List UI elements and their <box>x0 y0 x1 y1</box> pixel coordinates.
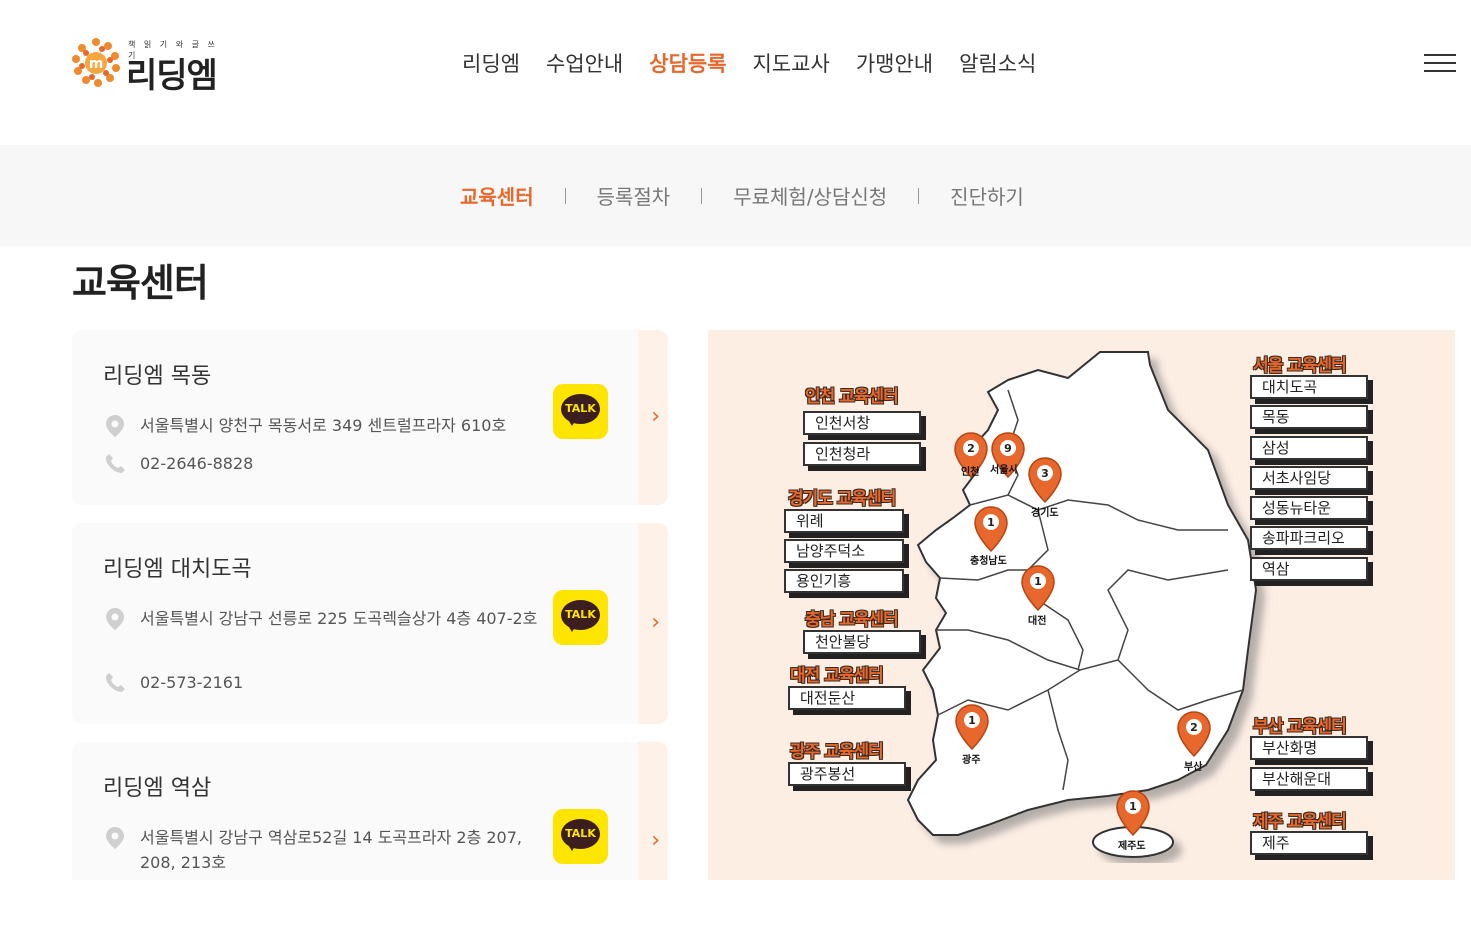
center-name: 리딩엠 목동 <box>103 364 212 389</box>
pin-label: 경기도 <box>1031 508 1059 519</box>
svg-text:9: 9 <box>1004 442 1012 455</box>
korea-mainland-shape <box>906 351 1258 836</box>
tab-free-trial[interactable]: 무료체험/상담신청 <box>733 181 887 210</box>
center-address: 서울특별시 양천구 목동서로 349 센트럴프라자 610호 <box>140 416 507 435</box>
nav-item-class-info[interactable]: 수업안내 <box>546 48 623 78</box>
location-pin-icon <box>106 608 124 630</box>
region-title-busan: 부산 교육센터 <box>1253 717 1347 737</box>
pin-label: 부산 <box>1184 762 1203 773</box>
tab-registration-process[interactable]: 등록절차 <box>597 181 671 210</box>
chevron-right-icon[interactable]: › <box>651 828 660 853</box>
center-link[interactable]: 삼성 <box>1250 436 1368 460</box>
pin-label: 인천 <box>961 467 980 478</box>
tab-education-center[interactable]: 교육센터 <box>460 181 534 210</box>
card-arrow-area <box>638 742 668 880</box>
center-link[interactable]: 송파파크리오 <box>1250 526 1368 550</box>
kakao-talk-label: TALK <box>565 402 596 415</box>
region-title-gwangju: 광주 교육센터 <box>790 742 884 762</box>
center-map: 2 9 3 1 1 1 2 1 인천 서울시 경기도 충청남도 대전 광주 부산… <box>708 330 1455 880</box>
nav-item-consult-register[interactable]: 상담등록 <box>649 48 726 78</box>
site-header: m 책 읽 기 와 글 쓰 기 리딩엠 리딩엠 수업안내 상담등록 지도교사 가… <box>0 0 1471 145</box>
svg-text:1: 1 <box>1034 575 1042 588</box>
kakao-bubble-tail <box>567 624 577 632</box>
center-name: 리딩엠 대치도곡 <box>103 557 252 582</box>
chevron-right-icon[interactable]: › <box>651 404 660 429</box>
center-list: › 리딩엠 목동 서울특별시 양천구 목동서로 349 센트럴프라자 610호 … <box>72 330 668 880</box>
subnav-divider <box>701 187 703 204</box>
phone-icon <box>105 454 125 473</box>
subnav-divider <box>918 187 920 204</box>
center-link[interactable]: 성동뉴타운 <box>1250 496 1368 520</box>
kakao-talk-button[interactable]: TALK <box>553 384 608 439</box>
center-link[interactable]: 역삼 <box>1250 557 1368 581</box>
center-link[interactable]: 광주봉선 <box>788 762 906 786</box>
center-link[interactable]: 대치도곡 <box>1250 375 1368 399</box>
sun-logo-icon: m <box>72 38 120 87</box>
chevron-right-icon[interactable]: › <box>651 610 660 635</box>
center-link[interactable]: 대전둔산 <box>788 686 906 710</box>
nav-item-news[interactable]: 알림소식 <box>959 48 1036 78</box>
hamburger-line <box>1424 62 1456 64</box>
center-link[interactable]: 위례 <box>784 509 904 533</box>
kakao-talk-label: TALK <box>565 608 596 621</box>
location-pin-icon <box>106 827 124 849</box>
nav-item-franchise[interactable]: 가맹안내 <box>856 48 933 78</box>
center-card[interactable]: › 리딩엠 대치도곡 서울특별시 강남구 선릉로 225 도곡렉슬상가 4층 4… <box>72 523 668 724</box>
center-link[interactable]: 부산화명 <box>1250 736 1368 760</box>
brand-logo[interactable]: m 책 읽 기 와 글 쓰 기 리딩엠 <box>70 36 230 96</box>
brand-name: 리딩엠 <box>126 56 218 96</box>
region-title-chungnam: 충남 교육센터 <box>805 610 899 630</box>
location-pin-icon <box>106 415 124 437</box>
pin-label: 광주 <box>962 755 981 766</box>
main-nav: 리딩엠 수업안내 상담등록 지도교사 가맹안내 알림소식 <box>462 48 1062 78</box>
kakao-talk-button[interactable]: TALK <box>553 590 608 645</box>
center-address: 서울특별시 강남구 역삼로52길 14 도곡프라자 2층 207, 208, 2… <box>140 828 522 872</box>
hamburger-menu-icon[interactable] <box>1424 54 1456 74</box>
nav-item-teachers[interactable]: 지도교사 <box>753 48 830 78</box>
region-title-jeju: 제주 교육센터 <box>1253 812 1347 832</box>
svg-text:3: 3 <box>1041 467 1049 480</box>
center-link[interactable]: 부산해운대 <box>1250 767 1368 791</box>
center-link[interactable]: 남양주덕소 <box>784 539 904 563</box>
region-title-seoul: 서울 교육센터 <box>1253 356 1347 376</box>
tab-diagnosis[interactable]: 진단하기 <box>950 181 1024 210</box>
center-address: 서울특별시 강남구 선릉로 225 도곡렉슬상가 4층 407-2호 <box>140 609 538 628</box>
center-link[interactable]: 인천서창 <box>803 411 921 435</box>
pin-label: 대전 <box>1028 616 1047 627</box>
center-phone: 02-573-2161 <box>140 673 244 692</box>
region-title-incheon: 인천 교육센터 <box>805 387 899 407</box>
phone-icon <box>105 673 125 692</box>
hamburger-line <box>1424 70 1456 72</box>
center-link[interactable]: 서초사임당 <box>1250 466 1368 490</box>
nav-item-readingm[interactable]: 리딩엠 <box>462 48 520 78</box>
kakao-talk-label: TALK <box>565 827 596 840</box>
svg-text:1: 1 <box>1129 800 1137 813</box>
center-link[interactable]: 인천청라 <box>803 442 921 466</box>
hamburger-line <box>1424 54 1456 56</box>
kakao-bubble-tail <box>567 418 577 426</box>
subnav-divider <box>564 187 566 204</box>
center-link[interactable]: 천안불당 <box>803 630 921 654</box>
region-title-gyeonggi: 경기도 교육센터 <box>788 489 896 509</box>
svg-text:1: 1 <box>987 516 995 529</box>
svg-text:2: 2 <box>1190 721 1198 734</box>
svg-text:2: 2 <box>967 442 975 455</box>
kakao-talk-button[interactable]: TALK <box>553 809 608 864</box>
pin-label: 충청남도 <box>970 556 1007 567</box>
center-link[interactable]: 용인기흥 <box>784 569 904 593</box>
center-card[interactable]: › 리딩엠 목동 서울특별시 양천구 목동서로 349 센트럴프라자 610호 … <box>72 330 668 505</box>
region-title-daejeon: 대전 교육센터 <box>790 666 884 686</box>
center-name: 리딩엠 역삼 <box>103 776 212 801</box>
kakao-bubble-tail <box>567 843 577 851</box>
center-link[interactable]: 목동 <box>1250 405 1368 429</box>
sub-nav: 교육센터 등록절차 무료체험/상담신청 진단하기 <box>0 145 1471 246</box>
page-title: 교육센터 <box>72 261 209 305</box>
svg-text:1: 1 <box>968 714 976 727</box>
pin-label: 제주도 <box>1118 841 1146 852</box>
pin-label: 서울시 <box>990 465 1018 476</box>
svg-text:m: m <box>89 56 104 72</box>
center-phone: 02-2646-8828 <box>140 454 254 473</box>
center-link[interactable]: 제주 <box>1250 831 1368 855</box>
center-card[interactable]: › 리딩엠 역삼 서울특별시 강남구 역삼로52길 14 도곡프라자 2층 20… <box>72 742 668 880</box>
